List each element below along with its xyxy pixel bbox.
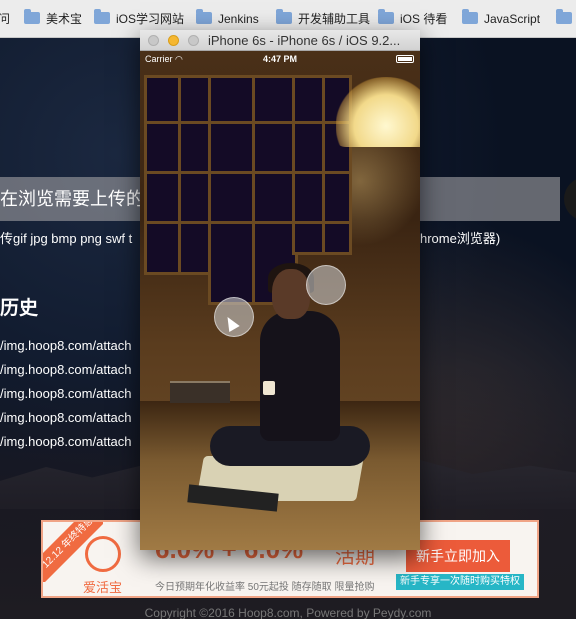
photo-stereo [170,381,230,403]
bookmark-folder[interactable]: 开发辅助工具 [276,9,371,28]
simulator-titlebar[interactable]: iPhone 6s - iPhone 6s / iOS 9.2... [140,30,420,51]
battery-icon [396,55,414,63]
bookmark-folder[interactable]: iOS学习网站 [94,9,185,28]
folder-icon [24,9,40,24]
window-mullion [178,75,181,275]
simulator-title: iPhone 6s - iPhone 6s / iOS 9.2... [208,33,401,48]
promo-tag: 新手专享一次随时购买特权 [396,574,524,590]
footer-copyright: Copyright ©2016 Hoop8.com, Powered by Pe… [144,606,432,619]
brand-logo-icon [85,536,121,572]
promo-brand: 爱活宝 [83,580,123,595]
person-head [272,269,310,319]
promo-subtitle: 今日预期年化收益率 50元起投 随存随取 限量抢购 [155,582,375,593]
history-link[interactable]: /img.hoop8.com/attach [0,430,132,454]
window-mullion [252,75,255,305]
window-mullion [144,121,352,124]
zoom-window-button[interactable] [188,35,199,46]
upload-input-text: 在浏览需要上传的文 [0,189,162,209]
bookmark-label: 问 [0,12,11,26]
ios-status-bar: Carrier ◠ 4:47 PM [140,51,420,67]
history-link[interactable]: /img.hoop8.com/attach [0,358,132,382]
bookmark-label: iOS 待看 [400,12,448,26]
folder-icon [556,9,572,24]
folder-icon [276,9,292,24]
status-time: 4:47 PM [262,54,297,64]
close-window-button[interactable] [148,35,159,46]
upload-hint: 传gif jpg bmp png swf t [0,231,133,246]
photo-lamp [336,77,420,147]
touch-indicator [306,265,346,305]
person-cup [263,381,275,395]
minimize-window-button[interactable] [168,35,179,46]
device-screen[interactable]: Carrier ◠ 4:47 PM [140,51,420,550]
history-link[interactable]: /img.hoop8.com/attach [0,406,132,430]
bookmark-folder[interactable] [556,9,576,28]
bookmark-folder[interactable]: JavaScript [462,9,541,28]
bookmark-label: 开发辅助工具 [298,12,371,26]
join-now-button[interactable]: 新手立即加入 [406,540,510,572]
history-list: /img.hoop8.com/attach /img.hoop8.com/att… [0,334,132,454]
upload-button[interactable] [564,177,576,221]
bookmark-folder[interactable]: iOS 待看 [378,9,448,28]
bookmark-label: JavaScript [484,12,541,26]
window-mullion [322,75,325,255]
person-torso [260,311,340,441]
history-link[interactable]: /img.hoop8.com/attach [0,382,132,406]
window-mullion [144,171,352,174]
history-link[interactable]: /img.hoop8.com/attach [0,334,132,358]
bookmark-folder[interactable]: Jenkins [196,9,259,28]
folder-icon [378,9,394,24]
bookmark-label: iOS学习网站 [116,12,185,26]
window-mullion [144,221,352,224]
bookmark-label: 美术宝 [46,12,83,26]
upload-hint-browser: hrome浏览器) [420,231,501,246]
bookmark-item[interactable]: 问 [0,10,10,28]
folder-icon [462,9,478,24]
history-title: 历史 [0,298,39,319]
bookmark-folder[interactable]: 美术宝 [24,9,83,28]
folder-icon [196,9,212,24]
simulator-window[interactable]: iPhone 6s - iPhone 6s / iOS 9.2... Carri… [140,30,420,550]
folder-icon [94,9,110,24]
bookmark-label: Jenkins [218,12,259,26]
